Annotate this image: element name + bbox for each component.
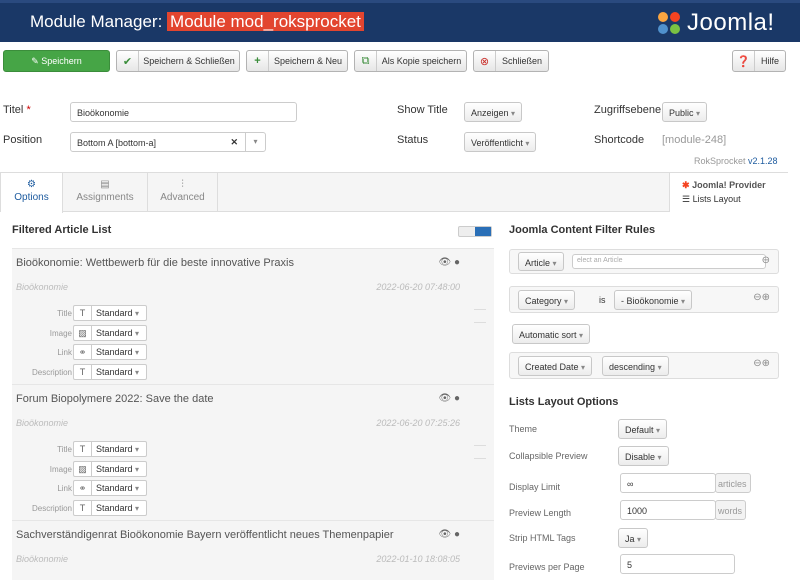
tab-bar: ⚙ Options ▤ Assignments ⫶ Advanced ✱ Joomla… bbox=[0, 172, 789, 213]
plus-icon: + bbox=[247, 51, 269, 71]
text-icon: T bbox=[73, 364, 92, 380]
title-input[interactable]: Bioökonomie bbox=[70, 102, 297, 122]
version-label: RokSprocket v2.1.28 bbox=[694, 156, 778, 166]
link-field-select[interactable]: Standard ▾ bbox=[91, 480, 147, 496]
text-icon: T bbox=[73, 305, 92, 321]
drag-handle[interactable] bbox=[474, 309, 486, 323]
strip-html-label: Strip HTML Tags bbox=[509, 533, 576, 543]
save-button[interactable]: ✎ Speichern bbox=[3, 50, 110, 72]
list-icon: ☰ bbox=[682, 194, 691, 204]
link-icon: ⚭ bbox=[73, 480, 92, 496]
article-item-3[interactable]: Sachverständigenrat Bioökonomie Bayern v… bbox=[12, 520, 494, 580]
link-field-select[interactable]: Standard ▾ bbox=[91, 344, 147, 360]
theme-label: Theme bbox=[509, 424, 538, 434]
category-rule: Category ▾ is - Bioökonomie ▾ ⊖⊕ bbox=[509, 286, 779, 313]
provider-info[interactable]: ✱ Joomla! Provider ☰ Lists Layout bbox=[669, 173, 789, 212]
description-field-select[interactable]: Standard ▾ bbox=[91, 364, 147, 380]
shortcode-label: Shortcode bbox=[594, 134, 645, 146]
gear-icon: ⚙ bbox=[27, 179, 36, 190]
title-field-select[interactable]: Standard ▾ bbox=[91, 441, 147, 457]
layout-options-heading: Lists Layout Options bbox=[509, 396, 619, 408]
close-button[interactable]: ⊗ Schließen bbox=[473, 50, 549, 72]
remove-rule-icon[interactable]: ⊖ bbox=[762, 255, 770, 266]
article-item-1[interactable]: Bioökonomie: Wettbewerb für die beste in… bbox=[12, 248, 494, 384]
pencil-icon: ✎ bbox=[31, 55, 42, 66]
strip-html-dropdown[interactable]: Ja ▾ bbox=[618, 528, 649, 548]
image-field-select[interactable]: Standard ▾ bbox=[91, 461, 147, 477]
article-item-2[interactable]: Forum Biopolymere 2022: Save the date 👁 … bbox=[12, 384, 494, 520]
category-value-select[interactable]: - Bioökonomie ▾ bbox=[614, 290, 693, 310]
save-new-button[interactable]: + Speichern & Neu bbox=[246, 50, 348, 72]
link-icon: ⚭ bbox=[73, 344, 92, 360]
show-title-dropdown[interactable]: Anzeigen ▾ bbox=[464, 102, 523, 122]
joomla-logo-icon bbox=[658, 12, 680, 34]
category-type-select[interactable]: Category ▾ bbox=[518, 290, 576, 310]
image-field-select[interactable]: Standard ▾ bbox=[91, 325, 147, 341]
per-page-label: Previews per Page bbox=[509, 562, 585, 572]
shortcode-value: [module-248] bbox=[662, 134, 727, 146]
filter-rules-heading: Joomla Content Filter Rules bbox=[509, 224, 656, 236]
check-icon: ✔ bbox=[117, 51, 139, 71]
collapsible-label: Collapsible Preview bbox=[509, 451, 588, 461]
status-label: Status bbox=[397, 134, 429, 146]
article-type-select[interactable]: Article ▾ bbox=[518, 252, 564, 271]
preview-icon[interactable]: 👁 ● bbox=[438, 257, 460, 268]
collapsible-dropdown[interactable]: Disable ▾ bbox=[618, 446, 669, 466]
preview-length-input[interactable]: 1000 bbox=[620, 500, 716, 520]
module-name: Module mod_roksprocket bbox=[167, 12, 364, 31]
help-button[interactable]: ❓ Hilfe bbox=[732, 50, 786, 72]
image-icon: ▨ bbox=[73, 461, 92, 477]
clear-icon[interactable]: ✕ bbox=[230, 137, 238, 148]
joomla-logo: Joomla! bbox=[655, 9, 775, 37]
display-limit-input[interactable]: ∞ bbox=[620, 473, 716, 493]
save-close-button[interactable]: ✔ Speichern & Schließen bbox=[116, 50, 240, 72]
position-select[interactable]: Bottom A [bottom-a] ✕ ▾ bbox=[70, 132, 266, 152]
sort-rule: Created Date ▾ descending ▾ ⊖⊕ bbox=[509, 352, 779, 379]
preview-icon[interactable]: 👁 ● bbox=[438, 529, 460, 540]
article-search-input[interactable]: elect an Article bbox=[572, 254, 766, 269]
text-icon: T bbox=[73, 500, 92, 516]
add-remove-rule-icon[interactable]: ⊖⊕ bbox=[753, 292, 770, 303]
sort-order-select[interactable]: descending ▾ bbox=[602, 356, 669, 376]
sort-field-select[interactable]: Created Date ▾ bbox=[518, 356, 593, 376]
show-title-label: Show Title bbox=[397, 104, 448, 116]
per-page-input[interactable]: 5 bbox=[620, 554, 735, 574]
grid-icon: ▤ bbox=[100, 179, 110, 190]
tab-advanced[interactable]: ⫶ Advanced bbox=[148, 173, 218, 212]
question-icon: ❓ bbox=[733, 51, 755, 71]
title-field-select[interactable]: Standard ▾ bbox=[91, 305, 147, 321]
view-toggle[interactable] bbox=[458, 226, 492, 237]
page-title: Module Manager: Module mod_roksprocket bbox=[30, 12, 364, 32]
status-dropdown[interactable]: Veröffentlicht ▾ bbox=[464, 132, 537, 152]
preview-length-unit: words bbox=[715, 500, 746, 520]
chevron-down-icon[interactable]: ▾ bbox=[245, 133, 265, 151]
theme-dropdown[interactable]: Default ▾ bbox=[618, 419, 668, 439]
access-dropdown[interactable]: Public ▾ bbox=[662, 102, 708, 122]
access-label: Zugriffsebene bbox=[594, 104, 662, 116]
article-rule: Article ▾ elect an Article ⊖ bbox=[509, 249, 779, 274]
header-bar: Module Manager: Module mod_roksprocket J… bbox=[0, 0, 800, 42]
sort-dropdown[interactable]: Automatic sort ▾ bbox=[512, 324, 591, 344]
joomla-small-icon: ✱ bbox=[682, 180, 690, 190]
close-circle-icon: ⊗ bbox=[474, 51, 496, 71]
sliders-icon: ⫶ bbox=[181, 179, 184, 190]
save-copy-button[interactable]: ⧉ Als Kopie speichern bbox=[354, 50, 467, 72]
position-label: Position bbox=[3, 134, 43, 146]
preview-icon[interactable]: 👁 ● bbox=[438, 393, 460, 404]
title-label: Titel * bbox=[3, 104, 31, 116]
display-limit-label: Display Limit bbox=[509, 482, 561, 492]
tab-assignments[interactable]: ▤ Assignments bbox=[63, 173, 148, 212]
copy-icon: ⧉ bbox=[355, 51, 377, 71]
filtered-list-heading: Filtered Article List bbox=[12, 224, 112, 236]
add-remove-sort-icon[interactable]: ⊖⊕ bbox=[753, 358, 770, 369]
text-icon: T bbox=[73, 441, 92, 457]
drag-handle[interactable] bbox=[474, 445, 486, 459]
display-limit-unit: articles bbox=[715, 473, 751, 493]
image-icon: ▨ bbox=[73, 325, 92, 341]
preview-length-label: Preview Length bbox=[509, 508, 572, 518]
description-field-select[interactable]: Standard ▾ bbox=[91, 500, 147, 516]
tab-options[interactable]: ⚙ Options bbox=[1, 173, 63, 213]
